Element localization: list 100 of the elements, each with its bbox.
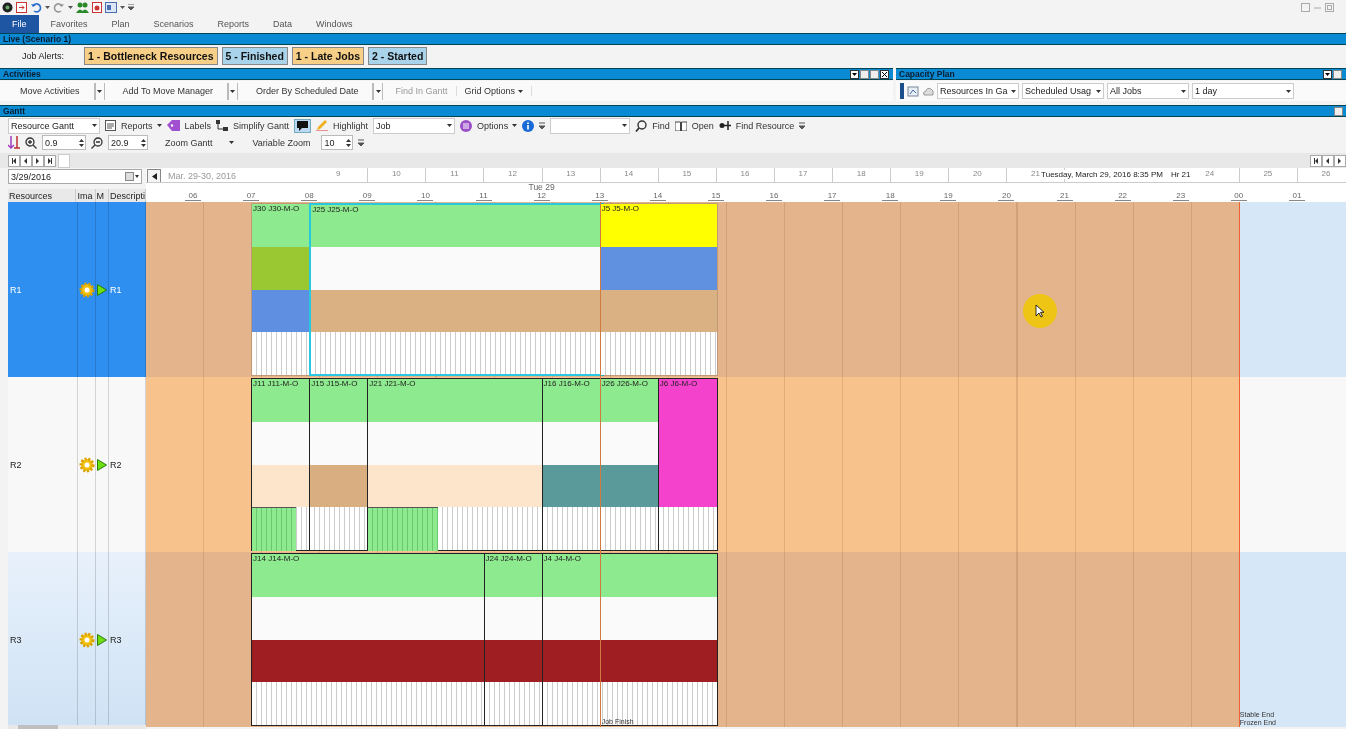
overflow-icon[interactable] — [799, 122, 806, 129]
report-icon[interactable] — [105, 120, 116, 131]
timescale-label: 10 — [367, 168, 427, 182]
timescale-label: 18 — [832, 168, 892, 182]
job-block[interactable]: J24 J24-M-O — [483, 553, 544, 726]
notes-toggle[interactable] — [294, 118, 312, 133]
overflow-icon[interactable] — [358, 139, 365, 146]
tag-icon[interactable] — [166, 120, 180, 131]
zoom-in-icon[interactable] — [25, 136, 37, 149]
open-button[interactable]: Open — [691, 120, 714, 131]
pane-controls-icon[interactable] — [1323, 69, 1343, 79]
labels-button[interactable]: Labels — [184, 120, 212, 131]
timescale-label: 12 — [483, 168, 543, 182]
timescale-label: 11 — [425, 168, 485, 182]
hour-label: 22 — [1114, 191, 1131, 201]
alert-badge[interactable]: 5 - Finished — [221, 47, 288, 65]
highlight-dropdown[interactable]: Job — [373, 117, 456, 134]
caret-icon[interactable] — [68, 5, 73, 10]
pin-icon[interactable] — [718, 120, 731, 131]
view-dropdown[interactable]: Resource Gantt — [8, 117, 100, 134]
dropdown-button[interactable] — [227, 82, 238, 100]
date-field[interactable]: 3/29/2016 — [8, 169, 142, 184]
job-block[interactable]: J26 J26-M-O — [599, 378, 660, 551]
play-icon — [97, 633, 108, 646]
job-block[interactable]: J16 J16-M-O — [541, 378, 602, 551]
people-icon[interactable] — [76, 2, 89, 13]
dropdown-field[interactable]: Scheduled Usag — [1022, 83, 1104, 99]
toolbar-button[interactable]: Add To Move Manager — [108, 82, 228, 100]
job-block[interactable]: J5 J5-M-O — [599, 203, 718, 376]
resource-row[interactable]: R3 R3 — [8, 552, 146, 727]
search-icon[interactable] — [635, 119, 648, 132]
hierarchy-icon[interactable] — [216, 120, 229, 131]
caret-icon[interactable] — [45, 5, 50, 10]
pane-controls-icon[interactable] — [850, 69, 890, 79]
alert-badge[interactable]: 1 - Bottleneck Resources — [84, 47, 218, 65]
job-block[interactable]: J21 J21-M-O — [367, 378, 544, 551]
highlight-button[interactable]: Highlight — [333, 120, 369, 131]
menu-tab[interactable]: Favorites — [38, 15, 100, 33]
zoom-out-spinner[interactable]: 20.9 — [108, 135, 148, 150]
exit-icon[interactable] — [16, 2, 27, 13]
window-icon[interactable] — [105, 2, 117, 13]
timescale-label: 17 — [774, 168, 834, 182]
variable-zoom-spinner[interactable]: 10 — [321, 135, 354, 150]
alert-badge[interactable]: 2 - Started — [368, 47, 428, 65]
pane-control-icon[interactable] — [1334, 106, 1343, 116]
find-resource-button[interactable]: Find Resource — [735, 120, 795, 131]
toolbar-button[interactable]: Order By Scheduled Date — [241, 82, 374, 100]
find-button[interactable]: Find — [652, 120, 670, 131]
document-icon[interactable] — [92, 2, 102, 13]
dropdown-button[interactable] — [94, 82, 105, 100]
book-icon[interactable] — [674, 120, 687, 131]
toolbar-grip[interactable] — [900, 83, 904, 99]
dropdown-button[interactable] — [373, 82, 384, 100]
scroll-left-button[interactable] — [147, 169, 161, 183]
menu-tab[interactable]: File — [0, 15, 39, 33]
resource-row[interactable]: R2 R2 — [8, 377, 146, 552]
menu-button[interactable]: Grid Options — [456, 86, 533, 96]
nav-buttons-icon[interactable] — [8, 154, 56, 167]
customize-icon[interactable] — [128, 4, 134, 11]
hour-label: 23 — [1172, 191, 1189, 201]
zoom-in-spinner[interactable]: 0.9 — [42, 135, 86, 150]
play-icon — [97, 458, 108, 471]
toolbar-button[interactable]: Move Activities — [6, 82, 95, 100]
menu-tab[interactable]: Data — [261, 15, 305, 33]
caret-icon — [1181, 89, 1186, 93]
job-block[interactable]: J11 J11-M-O — [251, 378, 312, 551]
job-block[interactable]: J14 J14-M-O — [251, 553, 486, 726]
zoom-out-icon[interactable] — [91, 136, 103, 149]
spinner-arrows-icon — [78, 136, 85, 149]
reports-menu-button[interactable]: Reports — [121, 120, 162, 131]
dropdown-field[interactable]: Resources In Ga — [937, 83, 1019, 99]
menu-tab[interactable]: Plan — [99, 15, 142, 33]
dropdown-field[interactable]: All Jobs — [1107, 83, 1189, 99]
app-logo-icon[interactable] — [2, 2, 13, 13]
chart-icon[interactable] — [907, 85, 919, 97]
menu-tab[interactable]: Reports — [205, 15, 262, 33]
job-block[interactable]: J30 J30-M-O — [251, 203, 312, 376]
nav-buttons-icon[interactable] — [1310, 154, 1346, 167]
nav-field[interactable] — [58, 153, 70, 168]
info-icon[interactable] — [522, 119, 535, 132]
options-menu-button[interactable]: Options — [477, 120, 518, 131]
scenario-title: Live (Scenario 1) — [3, 34, 72, 44]
job-block[interactable]: J15 J15-M-O — [309, 378, 370, 551]
gear-icon — [78, 456, 95, 473]
menu-tab[interactable]: Scenarios — [141, 15, 206, 33]
job-label: J11 J11-M-O — [253, 379, 299, 388]
zoom-gantt-menu-button[interactable]: Zoom Gantt — [165, 137, 234, 148]
dropdown-field[interactable]: 1 day — [1192, 83, 1294, 99]
hour-label: 17 — [824, 191, 841, 201]
overflow-icon[interactable] — [539, 122, 546, 129]
caret-icon[interactable] — [120, 5, 125, 10]
spinner-arrows-icon — [140, 136, 147, 149]
sort-icon[interactable] — [8, 136, 20, 149]
undo-icon[interactable] — [30, 2, 42, 13]
hour-label: 07 — [243, 191, 260, 201]
menu-tab[interactable]: Windows — [304, 15, 365, 33]
options-icon[interactable] — [460, 119, 473, 132]
job-block[interactable]: J6 J6-M-O — [657, 378, 718, 551]
simplify-gantt-button[interactable]: Simplify Gantt — [233, 120, 290, 131]
alert-badge[interactable]: 1 - Late Jobs — [291, 47, 365, 65]
